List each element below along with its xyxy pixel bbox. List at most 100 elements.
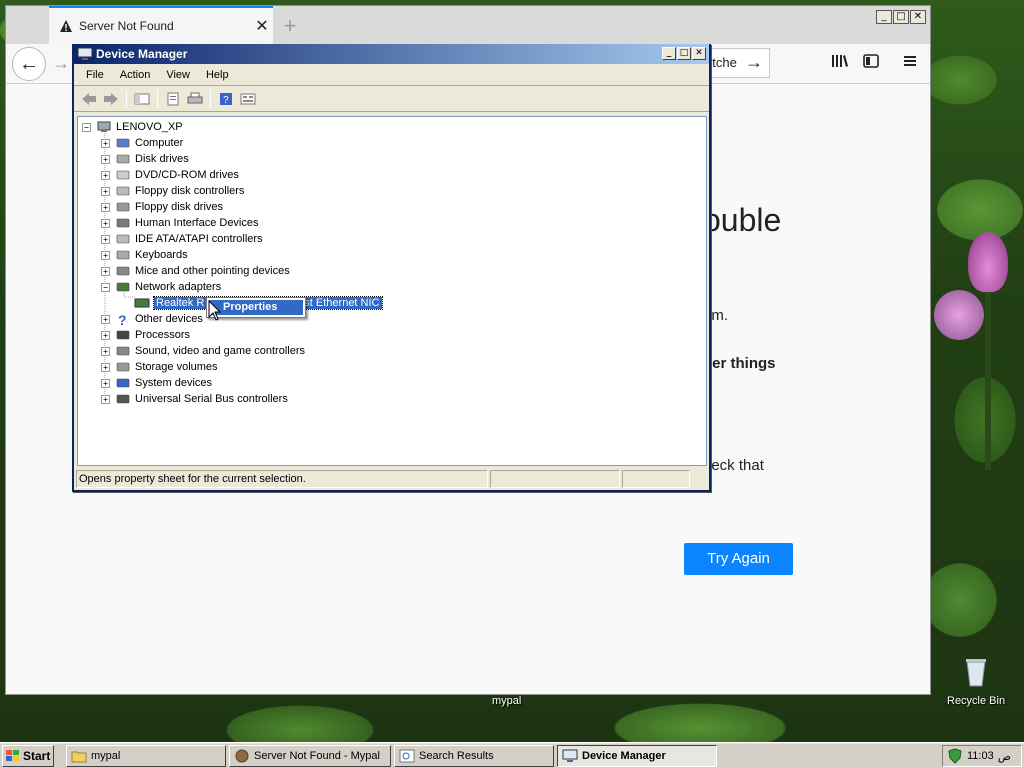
windows-logo-icon	[6, 750, 19, 761]
menu-help[interactable]: Help	[198, 69, 237, 81]
minimize-button[interactable]: _	[876, 10, 892, 24]
stem-decoration	[985, 290, 991, 470]
show-hidden-icon[interactable]	[239, 91, 257, 107]
back-arrow-icon[interactable]	[80, 91, 98, 107]
start-button[interactable]: Start	[2, 745, 54, 767]
menu-view[interactable]: View	[158, 69, 198, 81]
try-again-button[interactable]: Try Again	[684, 543, 793, 575]
ide-controller-icon	[116, 234, 130, 244]
expand-icon[interactable]: +	[101, 378, 110, 388]
expand-icon[interactable]: +	[101, 234, 110, 244]
tree-item[interactable]: + Floppy disk drives	[101, 199, 223, 215]
console-tree-icon[interactable]	[133, 91, 151, 107]
title-bar[interactable]: Device Manager _ □ ✕	[74, 44, 709, 64]
maximize-button[interactable]: □	[893, 10, 909, 24]
minimize-button[interactable]: _	[662, 47, 676, 60]
tab-close-icon[interactable]: ✕	[251, 16, 273, 36]
tree-item[interactable]: +? Other devices	[101, 311, 203, 327]
status-pane	[622, 470, 690, 488]
tree-item-label: Network adapters	[135, 281, 222, 293]
tree-item-label: Storage volumes	[135, 361, 218, 373]
properties-menu-item[interactable]: Properties	[209, 300, 303, 315]
recycle-bin-icon[interactable]	[963, 656, 989, 688]
tree-item[interactable]: + Mice and other pointing devices	[101, 263, 290, 279]
tree-item[interactable]: + Processors	[101, 327, 190, 343]
expand-icon[interactable]: +	[101, 346, 110, 356]
close-button[interactable]: ✕	[692, 47, 706, 60]
print-icon[interactable]	[186, 91, 204, 107]
processor-icon	[116, 330, 130, 340]
hid-icon	[116, 218, 130, 228]
tab-server-not-found[interactable]: Server Not Found ✕	[49, 6, 273, 44]
taskbar-item-device-manager[interactable]: Device Manager	[557, 745, 717, 767]
taskbar-item-search-results[interactable]: Search Results	[394, 745, 554, 767]
expand-icon[interactable]: +	[101, 394, 110, 404]
expand-icon[interactable]: +	[101, 266, 110, 276]
tree-item[interactable]: + Computer	[101, 135, 183, 151]
tab-bar: Server Not Found ✕ + _ □ ✕	[6, 6, 930, 44]
recycle-bin-label[interactable]: Recycle Bin	[947, 695, 1005, 707]
expand-icon[interactable]: +	[101, 330, 110, 340]
tree-item[interactable]: + DVD/CD-ROM drives	[101, 167, 239, 183]
tree-item[interactable]: + Universal Serial Bus controllers	[101, 391, 288, 407]
forward-button[interactable]: →	[52, 53, 70, 74]
expand-icon[interactable]: +	[101, 154, 110, 164]
expand-icon[interactable]: +	[101, 362, 110, 372]
page-text: neck that	[703, 457, 764, 474]
expand-icon[interactable]: +	[101, 186, 110, 196]
menu-action[interactable]: Action	[112, 69, 159, 81]
sidebar-icon[interactable]	[863, 53, 879, 74]
menu-icon[interactable]	[902, 53, 918, 74]
unknown-device-icon: ?	[118, 312, 127, 326]
clock[interactable]: 11:03	[967, 750, 994, 762]
window-title: Device Manager	[96, 47, 188, 61]
taskbar-item-browser[interactable]: Server Not Found - Mypal	[229, 745, 391, 767]
window-controls: _ □ ✕	[662, 47, 706, 60]
tree-item[interactable]: + Disk drives	[101, 151, 189, 167]
tree-item[interactable]: + IDE ATA/ATAPI controllers	[101, 231, 263, 247]
tree-item[interactable]: + Sound, video and game controllers	[101, 343, 305, 359]
tree-item-label: Human Interface Devices	[135, 217, 259, 229]
library-icon[interactable]	[831, 53, 849, 74]
go-arrow-icon[interactable]: →	[745, 52, 763, 73]
back-button[interactable]: ←	[12, 47, 46, 81]
computer-icon	[97, 121, 111, 132]
menu-file[interactable]: File	[78, 69, 112, 81]
expand-icon[interactable]: +	[101, 138, 110, 148]
tree-root[interactable]: − LENOVO_XP	[82, 119, 183, 135]
help-icon[interactable]: ?	[217, 91, 235, 107]
expand-icon[interactable]: +	[101, 250, 110, 260]
tree-item-label: IDE ATA/ATAPI controllers	[135, 233, 263, 245]
tree-item[interactable]: + Keyboards	[101, 247, 188, 263]
status-pane	[490, 470, 620, 488]
close-button[interactable]: ✕	[910, 10, 926, 24]
forward-arrow-icon[interactable]	[102, 91, 120, 107]
tree-item[interactable]: + System devices	[101, 375, 212, 391]
tree-item[interactable]: + Storage volumes	[101, 359, 218, 375]
taskbar-item-mypal-folder[interactable]: mypal	[66, 745, 226, 767]
browser-window-controls: _ □ ✕	[876, 10, 926, 24]
tree-item-label: Sound, video and game controllers	[135, 345, 305, 357]
desktop-folder-label[interactable]: mypal	[492, 695, 521, 707]
new-tab-button[interactable]: +	[279, 13, 301, 39]
tree-item[interactable]: − Network adapters	[101, 279, 221, 295]
keyboard-icon	[116, 250, 130, 260]
security-shield-icon[interactable]	[947, 748, 963, 764]
start-label: Start	[23, 749, 51, 763]
toolbar: ?	[74, 86, 709, 112]
expand-icon[interactable]: +	[101, 202, 110, 212]
expand-icon[interactable]: +	[101, 170, 110, 180]
tree-item[interactable]: + Human Interface Devices	[101, 215, 259, 231]
maximize-button[interactable]: □	[677, 47, 691, 60]
expand-icon[interactable]: +	[101, 218, 110, 228]
device-tree: − LENOVO_XP + Computer + Disk drives + DVD/CD-R…	[77, 116, 707, 466]
expand-icon[interactable]: +	[101, 314, 110, 324]
properties-sheet-icon[interactable]	[164, 91, 182, 107]
status-text: Opens property sheet for the current sel…	[76, 470, 488, 488]
collapse-icon[interactable]: −	[101, 282, 110, 292]
tree-item-label: Keyboards	[135, 249, 188, 261]
collapse-icon[interactable]: −	[82, 122, 91, 132]
tree-item-label: Processors	[135, 329, 191, 341]
svg-text:?: ?	[223, 95, 229, 106]
tree-item[interactable]: + Floppy disk controllers	[101, 183, 244, 199]
